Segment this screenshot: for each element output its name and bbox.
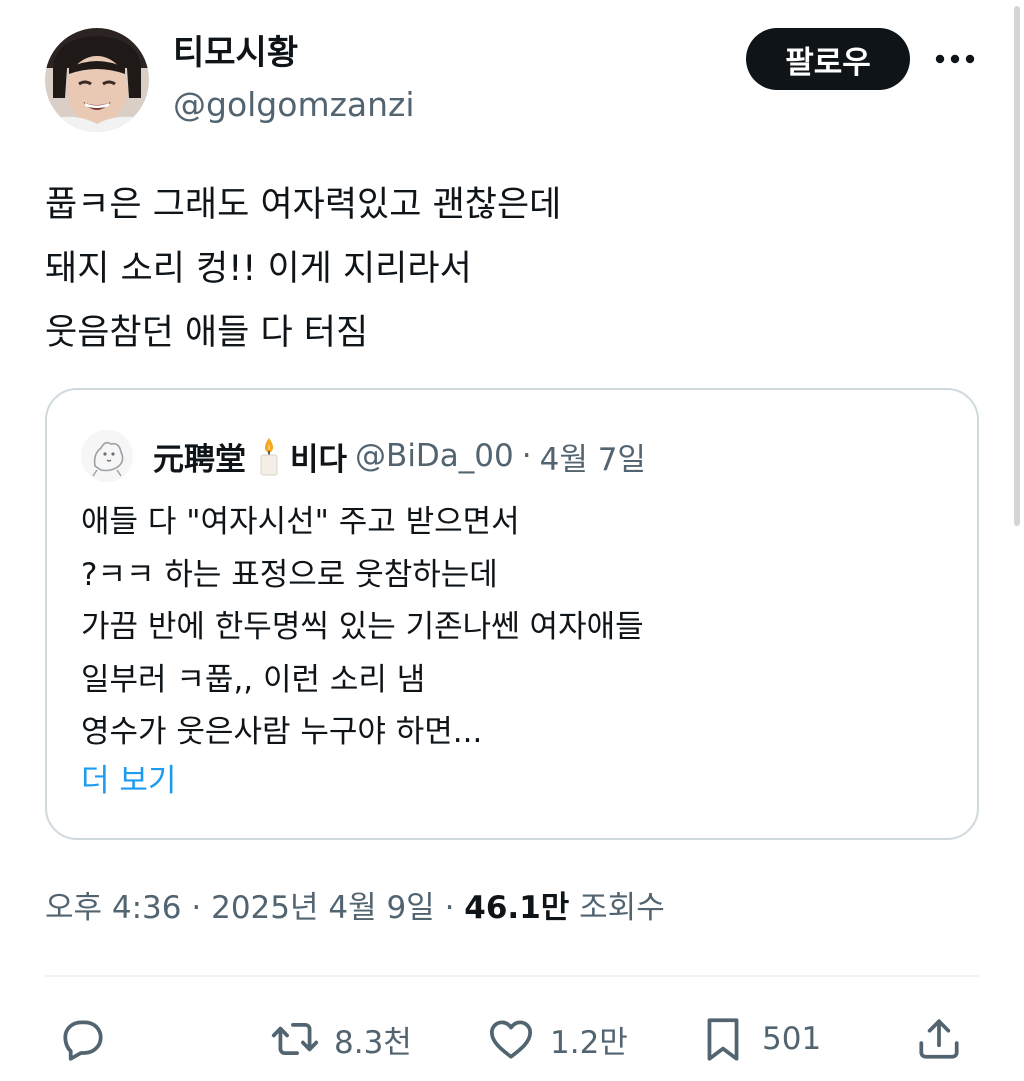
tweet-date[interactable]: 2025년 4월 9일 xyxy=(211,890,435,926)
views-label: 조회수 xyxy=(579,890,665,926)
share-icon xyxy=(919,1019,959,1059)
tweet-line: 풉ㅋ은 그래도 여자력있고 괜찮은데 xyxy=(45,185,562,225)
retweet-icon xyxy=(271,1022,319,1056)
like-count: 1.2만 xyxy=(550,1024,628,1061)
scrollbar[interactable] xyxy=(1014,6,1020,526)
author-handle[interactable]: @golgomzanzi xyxy=(173,85,415,125)
separator-dot: · xyxy=(444,890,455,926)
bookmark-icon xyxy=(707,1018,739,1061)
follow-button[interactable]: 팔로우 xyxy=(746,28,910,90)
tweet-meta: 오후 4:36 · 2025년 4월 9일 · 46.1만 조회수 xyxy=(45,882,665,934)
retweet-button[interactable]: 8.3천 xyxy=(270,1012,412,1066)
quoted-tweet-line: 가끔 반에 한두명씩 있는 기존나쎈 여자애들 xyxy=(81,609,644,645)
quoted-tweet-header: 元聘堂 비다 @BiDa_00 · 4월 7일 xyxy=(153,430,646,482)
show-more-link[interactable]: 더 보기 xyxy=(81,755,176,807)
quoted-tweet-line: 일부러 ㅋ풉,, 이런 소리 냄 xyxy=(81,661,426,698)
tweet-text: 풉ㅋ은 그래도 여자력있고 괜찮은데 돼지 소리 컹!! 이게 지리라서 웃음참… xyxy=(45,173,985,365)
candle-icon xyxy=(254,436,284,476)
reply-button[interactable] xyxy=(58,1012,108,1066)
quoted-tweet-date[interactable]: 4월 7일 xyxy=(540,434,646,479)
tweet-line: 웃음참던 애들 다 터짐 xyxy=(45,313,369,353)
quoted-author-handle[interactable]: @BiDa_00 xyxy=(355,438,514,474)
bookmark-count: 501 xyxy=(762,1021,822,1057)
heart-icon xyxy=(489,1020,533,1059)
quoted-tweet-line: 영수가 웃은사람 누구야 하면... xyxy=(81,714,483,750)
author-avatar[interactable] xyxy=(45,28,149,132)
separator-dot: · xyxy=(191,890,202,926)
quoted-author-name-suffix[interactable]: 비다 xyxy=(290,434,347,479)
quoted-tweet-text: 애들 다 "여자시선" 주고 받으면서 ?ㅋㅋ 하는 표정으로 웃참하는데 가끔… xyxy=(81,496,644,759)
retweet-count: 8.3천 xyxy=(334,1024,412,1061)
bookmark-button[interactable]: 501 xyxy=(698,1012,821,1066)
separator-dot: · xyxy=(521,438,532,474)
quoted-tweet-card[interactable]: 元聘堂 비다 @BiDa_00 · 4월 7일 애들 다 "여자시선" 주고 받… xyxy=(45,388,979,840)
share-button[interactable] xyxy=(914,1012,964,1066)
more-options-button[interactable] xyxy=(934,44,976,74)
reply-icon xyxy=(63,1020,103,1061)
author-display-name[interactable]: 티모시황 xyxy=(173,33,298,73)
tweet-time[interactable]: 오후 4:36 xyxy=(45,890,182,926)
like-button[interactable]: 1.2만 xyxy=(486,1012,628,1066)
quoted-tweet-line: ?ㅋㅋ 하는 표정으로 웃참하는데 xyxy=(81,556,498,593)
tweet-line: 돼지 소리 컹!! 이게 지리라서 xyxy=(45,249,472,289)
quoted-author-avatar[interactable] xyxy=(81,430,133,482)
quoted-author-name[interactable]: 元聘堂 xyxy=(153,434,246,479)
divider xyxy=(45,975,979,977)
more-horizontal-icon xyxy=(935,54,975,64)
views-count: 46.1만 xyxy=(464,890,570,926)
quoted-tweet-line: 애들 다 "여자시선" 주고 받으면서 xyxy=(81,504,520,540)
